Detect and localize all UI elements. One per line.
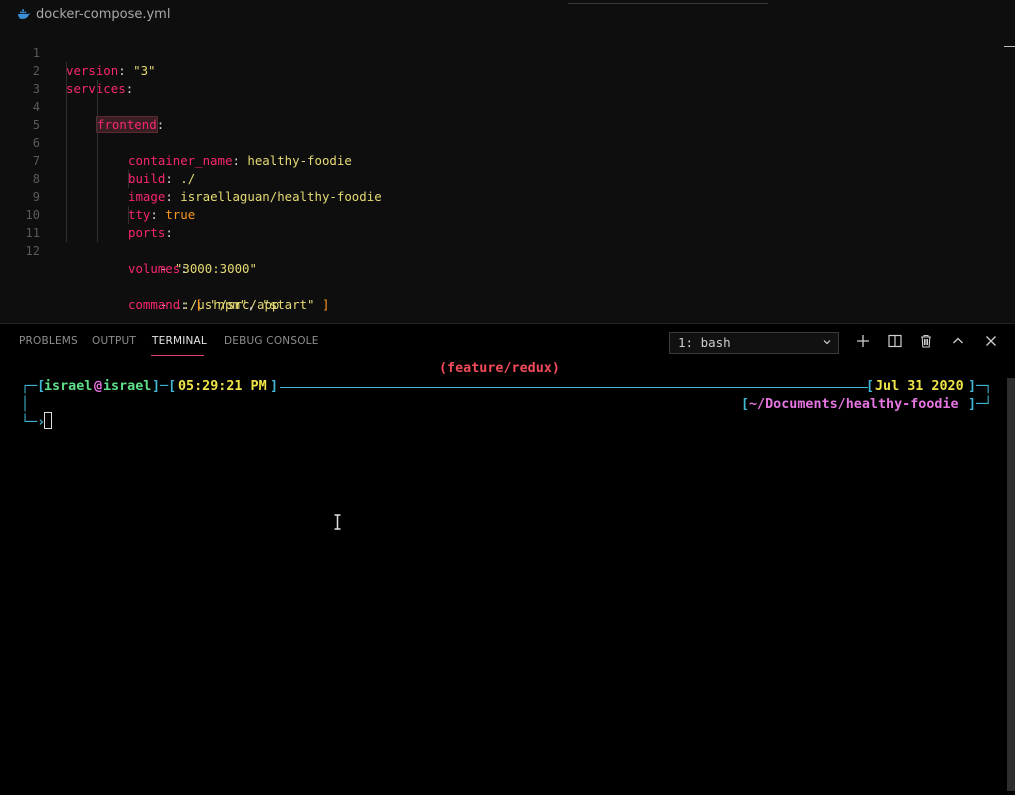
indent-guide	[66, 170, 67, 188]
bottom-panel: PROBLEMS OUTPUT TERMINAL DEBUG CONSOLE 1…	[0, 323, 1015, 795]
prompt-bracket: [	[741, 397, 750, 412]
indent-guide	[66, 152, 67, 170]
yaml-bracket: ]	[314, 297, 330, 312]
code-line: 10 volumes:	[0, 188, 1015, 276]
indent-guide	[97, 152, 98, 170]
code-view[interactable]: 1 version: "3" 2 services: 3 frontend: 4…	[0, 26, 1015, 312]
code-line: 4 container_name: healthy-foodie	[0, 80, 1015, 168]
prompt-path: ~/Documents/healthy-foodie	[749, 397, 959, 412]
code-line: 2 services:	[0, 44, 1015, 96]
indent-guide	[66, 224, 67, 242]
yaml-colon: :	[180, 261, 188, 276]
indent-guide	[66, 188, 67, 206]
tab-debug-console[interactable]: DEBUG CONSOLE	[224, 335, 319, 347]
plus-icon[interactable]	[856, 334, 870, 348]
prompt-time: 05:29:21 PM	[178, 379, 267, 394]
prompt-box-corner: ┌─[	[21, 379, 46, 394]
indent-guide	[97, 116, 98, 134]
indent-guide	[66, 98, 67, 116]
prompt-arrow: └─›	[21, 415, 46, 430]
prompt-user: israel	[44, 379, 93, 394]
code-line: 1 version: "3"	[0, 26, 1015, 78]
indent-guide	[97, 188, 98, 206]
code-line: 9 - "3000:3000"	[0, 170, 1015, 276]
tab-output[interactable]: OUTPUT	[92, 335, 136, 347]
yaml-key: volumes	[128, 261, 181, 276]
yaml-value: "npm"	[210, 297, 248, 312]
indent-guide	[66, 206, 67, 224]
yaml-key: command	[128, 297, 181, 312]
chevron-down-icon	[823, 340, 831, 345]
code-line: 7 tty: true	[0, 134, 1015, 222]
indent-guide	[97, 224, 98, 242]
editor-area[interactable]: docker-compose.yml 1 version: "3" 2 serv…	[0, 0, 1015, 323]
prompt-box-corner: ]─┘	[968, 397, 993, 412]
close-icon[interactable]	[984, 334, 998, 348]
indent-guide	[128, 206, 129, 224]
tab-problems[interactable]: PROBLEMS	[19, 335, 78, 347]
indent-guide	[97, 80, 98, 98]
terminal-select-value: 1: bash	[678, 335, 731, 350]
yaml-value: "start"	[262, 297, 315, 312]
line-number: 12	[25, 244, 40, 258]
prompt-box-edge: │	[21, 397, 30, 412]
prompt-host: israel	[103, 379, 152, 394]
indent-guide	[128, 170, 129, 188]
trash-icon[interactable]	[919, 334, 933, 348]
terminal-scrollbar[interactable]	[1007, 378, 1015, 791]
terminal-cursor	[44, 412, 52, 429]
git-branch: (feature/redux)	[439, 361, 560, 376]
code-line: 5 build: ./	[0, 98, 1015, 186]
code-line: 6 image: israellaguan/healthy-foodie	[0, 116, 1015, 204]
indent-guide	[66, 134, 67, 152]
text-cursor-icon	[334, 514, 341, 530]
yaml-bracket: [	[195, 297, 211, 312]
indent-guide	[97, 98, 98, 116]
tab-terminal[interactable]: TERMINAL	[152, 335, 207, 347]
indent-guide	[97, 206, 98, 224]
indent-guide	[97, 134, 98, 152]
yaml-colon: :	[180, 297, 196, 312]
yaml-comma: ,	[247, 297, 263, 312]
code-line: 12 command: [ "npm", "start" ]	[0, 224, 1015, 312]
prompt-box-corner: ]─┐	[968, 379, 993, 394]
terminal-select[interactable]: 1: bash	[669, 332, 839, 354]
indent-guide	[66, 116, 67, 134]
docker-icon	[18, 9, 31, 19]
code-line: 3 frontend:	[0, 62, 1015, 133]
indent-guide	[66, 62, 67, 80]
prompt-bracket: ]─[	[152, 379, 177, 394]
prompt-bracket: [	[866, 379, 875, 394]
indent-guide	[66, 80, 67, 98]
prompt-date: Jul 31 2020	[875, 379, 964, 394]
terminal-view[interactable]: (feature/redux) ┌─[ israel @ israel ]─[ …	[0, 358, 1005, 795]
indent-guide	[97, 170, 98, 188]
prompt-rule	[280, 387, 868, 388]
chevron-up-icon[interactable]	[951, 334, 965, 348]
breadcrumb-file-name[interactable]: docker-compose.yml	[36, 7, 170, 22]
split-icon[interactable]	[888, 334, 902, 348]
code-line: 11 - .:/usr/src/app	[0, 206, 1015, 312]
prompt-bracket: ]	[270, 379, 279, 394]
prompt-at: @	[94, 379, 103, 394]
breadcrumb[interactable]: docker-compose.yml	[17, 6, 170, 22]
active-tab-indicator	[151, 355, 204, 356]
code-line: 8 ports:	[0, 152, 1015, 240]
panel-tabs: PROBLEMS OUTPUT TERMINAL DEBUG CONSOLE 1…	[0, 324, 1015, 358]
scroll-shadow	[568, 3, 768, 4]
